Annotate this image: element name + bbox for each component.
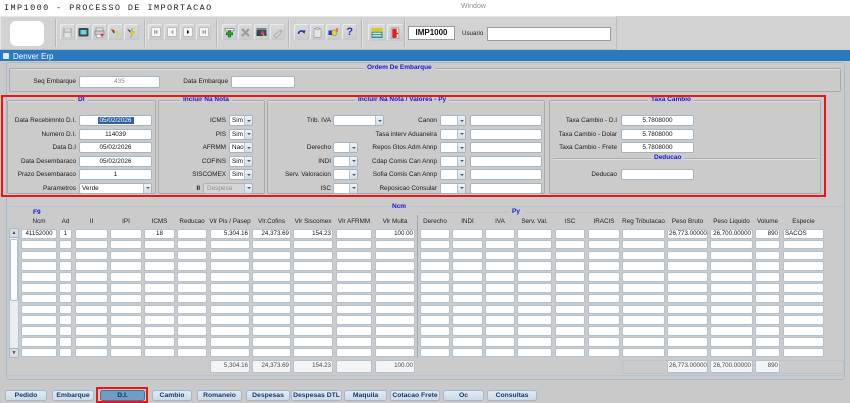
svg-text:?: ? [115,30,120,38]
